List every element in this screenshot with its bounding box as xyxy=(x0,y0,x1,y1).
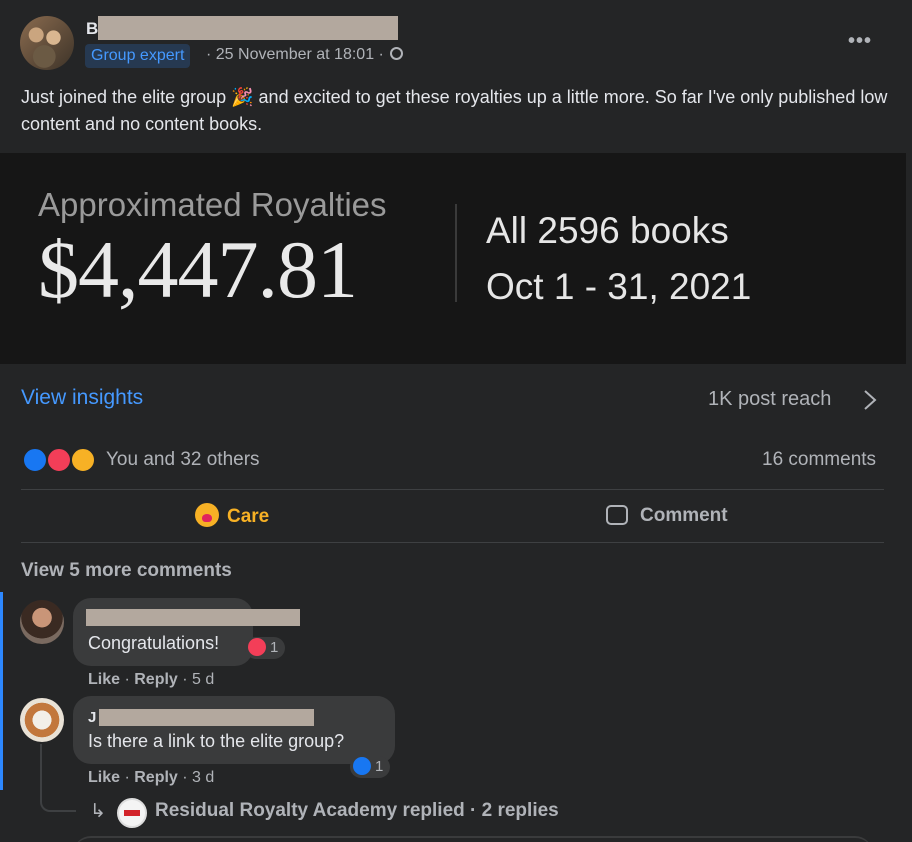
comment-reaction-count[interactable]: 1 xyxy=(245,637,286,659)
care-icon xyxy=(195,503,219,527)
redacted-commenter-name xyxy=(86,609,300,626)
royalties-title: Approximated Royalties xyxy=(38,186,387,223)
post-meta[interactable]: · 25 November at 18:01 · xyxy=(206,46,404,64)
group-expert-badge[interactable]: Group expert xyxy=(85,44,191,68)
more-options-icon[interactable]: ••• xyxy=(848,30,872,53)
royalties-books: All 2596 books xyxy=(486,210,729,251)
comment-button[interactable]: Comment xyxy=(606,503,728,529)
globe-icon xyxy=(390,47,404,60)
like-reaction-icon xyxy=(353,757,371,775)
reaction-summary[interactable]: You and 32 others xyxy=(106,449,260,471)
care-button[interactable]: Care xyxy=(195,503,269,529)
commenter-avatar[interactable] xyxy=(20,600,64,644)
reply-button[interactable]: Reply xyxy=(134,671,178,688)
view-insights-link[interactable]: View insights xyxy=(21,386,143,410)
comment-text: Congratulations! xyxy=(88,633,220,653)
like-button[interactable]: Like xyxy=(88,769,120,786)
next-comment-bubble xyxy=(73,836,873,842)
comment-label: Comment xyxy=(640,505,728,526)
comment-age[interactable]: 5 d xyxy=(192,671,214,688)
author-name[interactable]: B xyxy=(86,19,98,39)
thread-highlight-bar xyxy=(0,592,3,790)
redacted-author-name xyxy=(98,16,398,40)
comment-actions: Like · Reply · 5 d xyxy=(88,671,215,688)
reaction-icons[interactable] xyxy=(22,447,100,473)
reply-button[interactable]: Reply xyxy=(134,769,178,786)
like-button[interactable]: Like xyxy=(88,671,120,688)
comment-text: Is there a link to the elite group? xyxy=(88,731,345,751)
comment-bubble xyxy=(73,696,395,764)
comment-age[interactable]: 3 d xyxy=(192,769,214,786)
love-reaction-icon xyxy=(46,447,72,473)
comment-icon xyxy=(606,505,628,525)
comment-actions: Like · Reply · 3 d xyxy=(88,769,215,786)
royalties-image[interactable]: Approximated Royalties $4,447.81 All 259… xyxy=(0,153,906,364)
reply-arrow-icon: ↳ xyxy=(90,801,106,822)
author-avatar[interactable] xyxy=(20,16,74,70)
view-more-comments[interactable]: View 5 more comments xyxy=(21,560,232,582)
divider xyxy=(21,542,884,543)
divider xyxy=(21,489,884,490)
like-reaction-icon xyxy=(22,447,48,473)
view-replies-link[interactable]: Residual Royalty Academy replied · 2 rep… xyxy=(155,800,559,822)
commenter-avatar[interactable] xyxy=(20,698,64,742)
commenter-name[interactable]: J xyxy=(88,709,96,726)
academy-avatar[interactable] xyxy=(117,798,147,828)
chevron-right-icon[interactable] xyxy=(860,389,880,411)
reply-thread-line xyxy=(40,744,76,812)
post-reach[interactable]: 1K post reach xyxy=(708,388,831,411)
post-text: Just joined the elite group 🎉 and excite… xyxy=(21,87,888,134)
comment-reaction-count-value: 1 xyxy=(375,758,384,775)
comment-reaction-count[interactable]: 1 xyxy=(350,756,391,778)
redacted-commenter-name xyxy=(99,709,314,726)
post-timestamp[interactable]: · 25 November at 18:01 · xyxy=(206,46,384,63)
royalties-divider xyxy=(455,204,457,302)
comment-reaction-count-value: 1 xyxy=(270,639,279,656)
love-reaction-icon xyxy=(248,638,266,656)
care-label: Care xyxy=(227,506,270,527)
care-reaction-icon xyxy=(70,447,96,473)
comment-count[interactable]: 16 comments xyxy=(762,449,876,471)
facebook-post: B Group expert · 25 November at 18:01 · … xyxy=(0,0,912,842)
royalties-dates: Oct 1 - 31, 2021 xyxy=(486,266,752,307)
royalties-amount: $4,447.81 xyxy=(38,224,358,315)
